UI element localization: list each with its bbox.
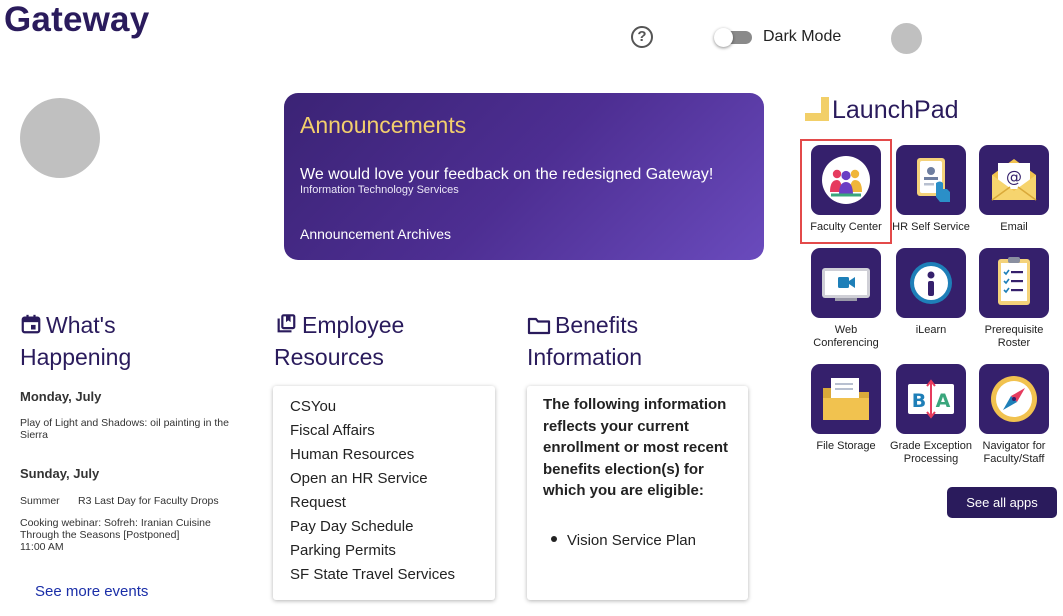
employee-resources-list: CSYou Fiscal Affairs Human Resources Ope… — [290, 395, 455, 587]
svg-text:A: A — [936, 390, 951, 412]
svg-text:B: B — [912, 390, 926, 412]
resource-link-request[interactable]: Request — [290, 491, 455, 515]
folder-outline-icon — [527, 317, 551, 335]
app-label: Grade Exception Processing — [890, 440, 972, 465]
checklist-icon — [979, 248, 1049, 318]
employee-resources-card: CSYou Fiscal Affairs Human Resources Ope… — [273, 386, 495, 600]
announcement-message[interactable]: We would love your feedback on the redes… — [300, 166, 713, 184]
event-title[interactable]: R3 Last Day for Faculty Drops — [78, 495, 219, 507]
gateway-logo[interactable]: Gateway — [4, 0, 149, 40]
resource-link-open-hr-service[interactable]: Open an HR Service — [290, 467, 455, 491]
dark-mode-label: Dark Mode — [763, 28, 842, 45]
app-label: Navigator for Faculty/Staff — [982, 440, 1046, 465]
resource-link-csyou[interactable]: CSYou — [290, 395, 455, 419]
see-more-events-link[interactable]: See more events — [35, 583, 148, 600]
launchpad-title: LaunchPad — [832, 96, 959, 124]
toggle-knob — [714, 28, 733, 47]
video-camera-icon — [811, 248, 881, 318]
announcements-title: Announcements — [300, 112, 467, 138]
dark-mode-toggle[interactable] — [714, 28, 752, 47]
benefits-title-line2: Information — [527, 344, 643, 370]
announcement-source: Information Technology Services — [300, 184, 459, 196]
app-tile — [979, 364, 1049, 434]
benefits-information-heading: Benefits Information — [527, 309, 747, 373]
book-bookmark-icon — [277, 314, 296, 333]
announcements-panel: Announcements We would love your feedbac… — [284, 93, 764, 260]
resource-link-pay-day-schedule[interactable]: Pay Day Schedule — [290, 515, 455, 539]
employee-resources-title-line2: Resources — [274, 344, 384, 370]
app-label: Prerequisite Roster — [984, 324, 1044, 349]
app-tile — [896, 145, 966, 215]
benefit-item: Vision Service Plan — [551, 532, 696, 549]
info-circle-icon — [896, 248, 966, 318]
app-tile — [811, 248, 881, 318]
app-tile — [811, 145, 881, 215]
b-a-grade-icon: B A — [896, 364, 966, 434]
app-label: Email — [1000, 221, 1028, 233]
employee-resources-heading: Employee Resources — [274, 309, 494, 373]
calendar-icon — [21, 314, 41, 334]
whats-happening-title-line1: What's — [46, 312, 116, 338]
app-grade-exception-processing[interactable]: B A Grade Exception Processing — [887, 364, 975, 466]
user-avatar-small[interactable] — [891, 23, 922, 54]
benefits-card: The following information reflects your … — [527, 386, 748, 600]
envelope-icon: @ — [979, 145, 1049, 215]
svg-text:@: @ — [1006, 167, 1022, 186]
app-tile: B A — [896, 364, 966, 434]
app-label: Web Conferencing — [813, 324, 879, 349]
app-label: HR Self Service — [892, 221, 970, 233]
folder-icon — [811, 364, 881, 434]
resource-link-fiscal-affairs[interactable]: Fiscal Affairs — [290, 419, 455, 443]
announcement-archives-link[interactable]: Announcement Archives — [300, 226, 451, 242]
app-faculty-center[interactable]: Faculty Center — [800, 139, 892, 244]
app-tile — [811, 364, 881, 434]
help-icon[interactable]: ? — [631, 26, 653, 48]
resource-link-travel-services[interactable]: SF State Travel Services — [290, 563, 455, 587]
see-all-apps-button[interactable]: See all apps — [947, 487, 1057, 518]
event-title[interactable]: Play of Light and Shadows: oil painting … — [20, 417, 240, 441]
app-label: iLearn — [915, 324, 947, 336]
compass-icon — [979, 364, 1049, 434]
benefit-item-label: Vision Service Plan — [567, 532, 696, 549]
app-web-conferencing[interactable]: Web Conferencing — [802, 248, 890, 350]
event-category: Summer — [20, 495, 60, 507]
event-date: Monday, July — [20, 389, 102, 404]
id-badge-hand-icon — [896, 145, 966, 215]
event-title[interactable]: Cooking webinar: Sofreh: Iranian Cuisine… — [20, 517, 240, 541]
app-prerequisite-roster[interactable]: Prerequisite Roster — [970, 248, 1058, 350]
resource-link-human-resources[interactable]: Human Resources — [290, 443, 455, 467]
app-label: Faculty Center — [810, 221, 882, 233]
profile-avatar — [20, 98, 100, 178]
app-tile — [896, 248, 966, 318]
app-tile — [979, 248, 1049, 318]
people-group-icon — [811, 145, 881, 215]
resource-link-parking-permits[interactable]: Parking Permits — [290, 539, 455, 563]
app-navigator[interactable]: Navigator for Faculty/Staff — [970, 364, 1058, 466]
launchpad-icon — [805, 97, 829, 121]
app-tile: @ — [979, 145, 1049, 215]
employee-resources-title-line1: Employee — [302, 312, 405, 338]
benefits-title-line1: Benefits — [555, 312, 639, 338]
benefits-description: The following information reflects your … — [543, 396, 729, 499]
app-email[interactable]: @ Email — [970, 145, 1058, 234]
app-ilearn[interactable]: iLearn — [887, 248, 975, 337]
app-label: File Storage — [816, 440, 876, 452]
event-date: Sunday, July — [20, 466, 100, 481]
app-hr-self-service[interactable]: HR Self Service — [887, 145, 975, 234]
whats-happening-heading: What's Happening — [20, 309, 240, 373]
app-file-storage[interactable]: File Storage — [802, 364, 890, 453]
whats-happening-title-line2: Happening — [20, 344, 132, 370]
bullet-icon — [551, 536, 557, 542]
event-time: 11:00 AM — [20, 541, 64, 553]
